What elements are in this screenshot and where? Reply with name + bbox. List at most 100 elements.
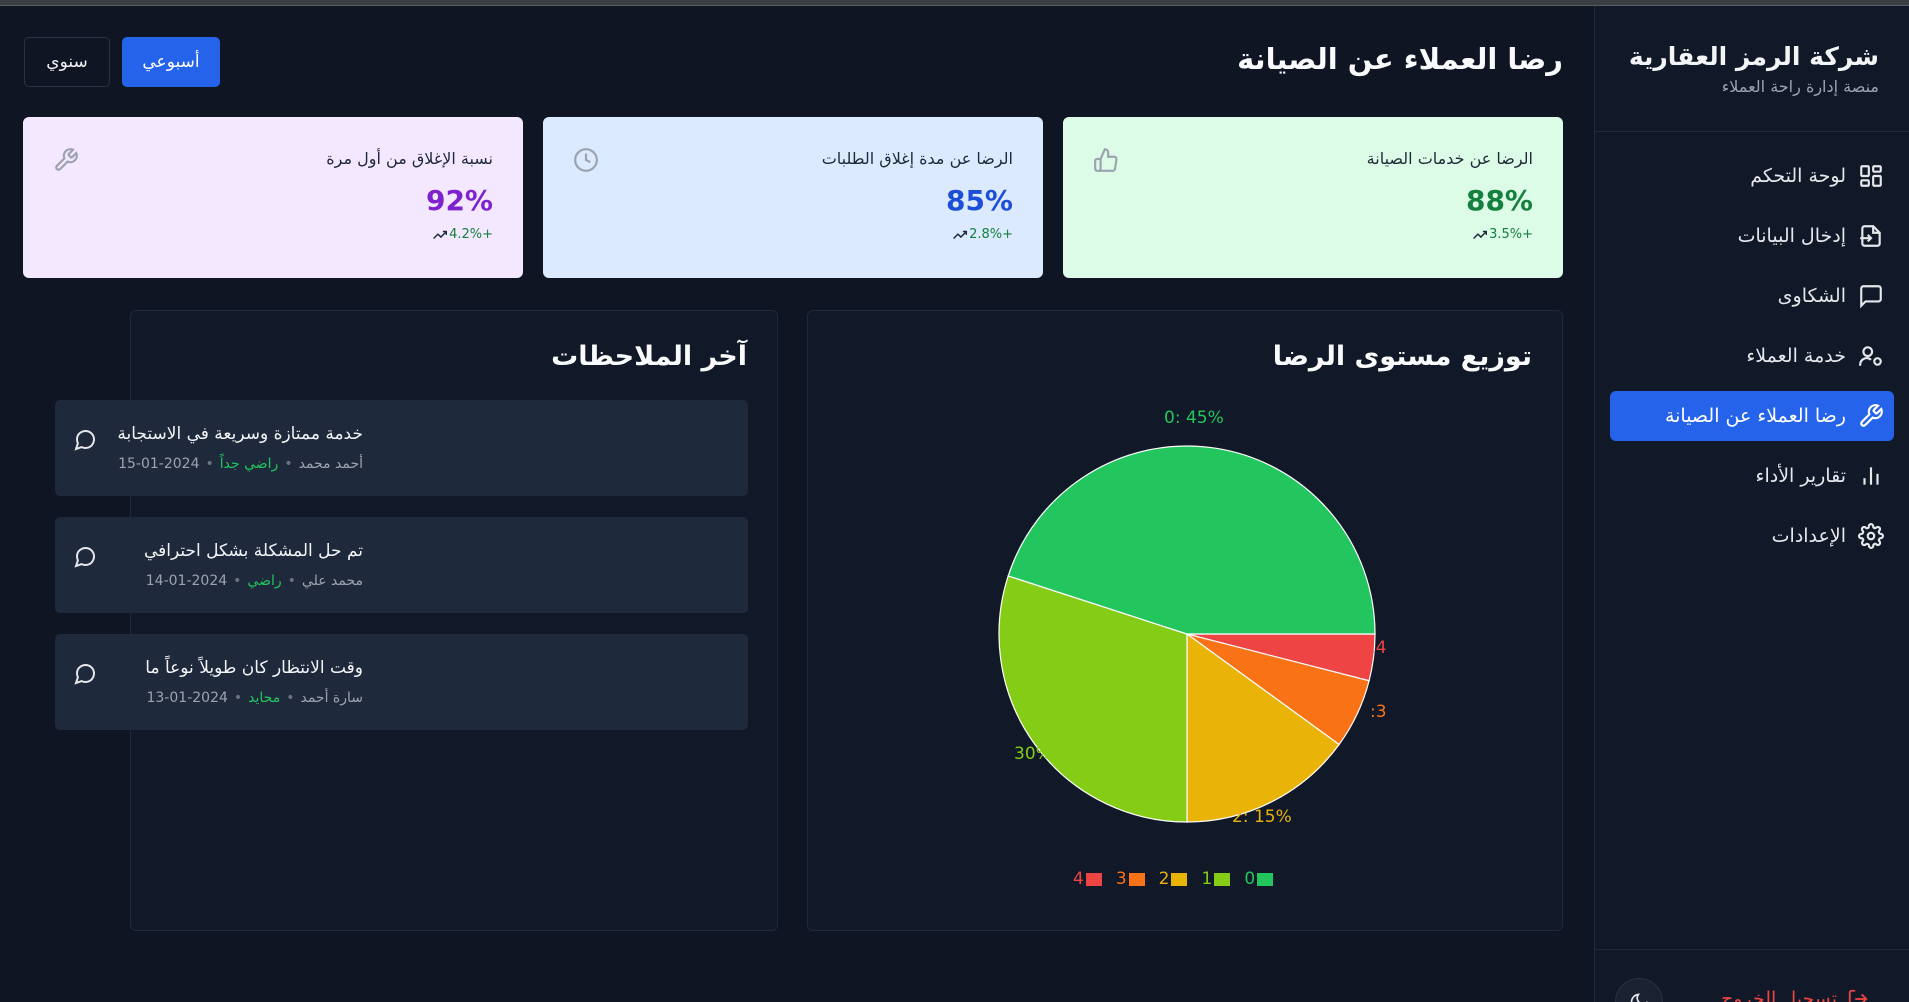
legend-item-4[interactable]: 4 (1073, 869, 1102, 889)
note-text: تم حل المشكلة بشكل احترافي (144, 541, 363, 561)
legend-swatch (1085, 872, 1102, 886)
pie-label-2: 2: 15% (1232, 807, 1292, 827)
brand-title: شركة الرمز العقارية (1628, 42, 1879, 71)
kpi-card-title: نسبة الإغلاق من أول مرة (326, 149, 493, 168)
note-meta: سارة أحمد • محايد • 2024-01-13 (146, 690, 363, 706)
sidebar-item-complaints[interactable]: الشكاوى (1610, 271, 1894, 321)
note-rating: راضي (247, 573, 282, 589)
data-entry-icon (1860, 225, 1881, 247)
separator-dot: • (205, 456, 214, 472)
logout-button[interactable]: تسجيل الخروج (1721, 988, 1869, 1002)
logout-icon (1848, 989, 1868, 1002)
legend-swatch (1171, 872, 1188, 886)
legend-swatch (1128, 872, 1145, 886)
brand: شركة الرمز العقارية منصة إدارة راحة العم… (1595, 6, 1909, 132)
gear-icon (1858, 523, 1884, 549)
dashboard-icon (1860, 165, 1882, 187)
bar-chart-icon (1863, 467, 1879, 485)
sidebar-item-label: الإعدادات (1771, 525, 1846, 547)
legend-item-0[interactable]: 0 (1244, 869, 1274, 889)
note-date: 2024-01-14 (145, 573, 228, 589)
chart-panel-title: توزيع مستوى الرضا (1272, 341, 1532, 372)
separator-dot: • (286, 690, 295, 706)
pie-label-4: :4 (1370, 638, 1387, 658)
trend-value: +2.8% (969, 227, 1013, 242)
pie-label-0: 0: 45% (1164, 408, 1224, 428)
note-text: خدمة ممتازة وسريعة في الاستجابة (117, 424, 363, 444)
legend-swatch (1214, 872, 1231, 886)
message-circle-icon (74, 429, 96, 451)
sidebar: شركة الرمز العقارية منصة إدارة راحة العم… (1594, 6, 1909, 1002)
legend-item-1[interactable]: 1 (1201, 869, 1231, 889)
sidebar-item-label: إدخال البيانات (1737, 225, 1846, 247)
sidebar-item-performance-reports[interactable]: تقارير الأداء (1610, 451, 1894, 501)
note-meta: محمد علي • راضي • 2024-01-14 (146, 573, 363, 589)
chart-legend: 4 3 2 1 0 (1073, 869, 1274, 889)
legend-item-2[interactable]: 2 (1159, 869, 1188, 889)
clock-icon (574, 148, 598, 172)
kpi-card-trend: +3.5% (1093, 227, 1533, 242)
trend-value: +3.5% (1489, 227, 1533, 242)
note-author: سارة أحمد (300, 690, 363, 706)
kpi-card-title: الرضا عن مدة إغلاق الطلبات (821, 149, 1013, 168)
list-item[interactable]: خدمة ممتازة وسريعة في الاستجابة أحمد محم… (55, 400, 748, 496)
weekly-filter-button[interactable]: أسبوعي (122, 37, 220, 87)
note-date: 2024-01-13 (146, 690, 228, 706)
sidebar-item-label: خدمة العملاء (1746, 345, 1846, 367)
sidebar-nav: لوحة التحكم إدخال البيانات الشكاوى خدمة … (1610, 151, 1894, 571)
sidebar-item-label: الشكاوى (1777, 285, 1846, 307)
sidebar-item-settings[interactable]: الإعدادات (1610, 511, 1894, 561)
kpi-card-title: الرضا عن خدمات الصيانة (1366, 149, 1533, 168)
sidebar-item-customer-service[interactable]: خدمة العملاء (1610, 331, 1894, 381)
pie-label-3: :3 (1370, 702, 1387, 722)
sidebar-footer: تسجيل الخروج (1595, 949, 1909, 1002)
legend-item-3[interactable]: 3 (1116, 869, 1145, 889)
note-date: 2024-01-15 (118, 456, 200, 472)
sidebar-item-label: رضا العملاء عن الصيانة (1664, 405, 1846, 427)
logout-label: تسجيل الخروج (1721, 988, 1837, 1002)
note-rating: محايد (248, 690, 281, 706)
legend-label: 0 (1244, 869, 1256, 889)
sidebar-item-maintenance-satisfaction[interactable]: رضا العملاء عن الصيانة (1610, 391, 1894, 441)
thumbs-up-icon (1094, 148, 1118, 172)
kpi-card-maintenance-services: الرضا عن خدمات الصيانة 88% +3.5% (1063, 117, 1563, 278)
legend-swatch (1257, 872, 1274, 886)
page-title: رضا العملاء عن الصيانة (1237, 42, 1563, 76)
note-author: محمد علي (301, 573, 363, 589)
note-author: أحمد محمد (298, 456, 363, 472)
note-text: وقت الانتظار كان طويلاً نوعاً ما (145, 658, 363, 678)
kpi-card-trend: +4.2% (53, 227, 493, 242)
list-item[interactable]: تم حل المشكلة بشكل احترافي محمد علي • راضي… (55, 517, 748, 613)
kpi-card-value: 85% (945, 184, 1013, 217)
yearly-filter-button[interactable]: سنوي (24, 37, 110, 87)
message-circle-icon (74, 546, 96, 568)
sidebar-item-dashboard[interactable]: لوحة التحكم (1610, 151, 1894, 201)
note-rating: راضي جداً (219, 456, 279, 472)
sidebar-item-data-entry[interactable]: إدخال البيانات (1610, 211, 1894, 261)
separator-dot: • (233, 573, 242, 589)
list-item[interactable]: وقت الانتظار كان طويلاً نوعاً ما سارة أح… (55, 634, 748, 730)
message-icon (1860, 285, 1882, 309)
wrench-icon (1860, 404, 1883, 427)
kpi-card-value: 88% (1465, 184, 1533, 217)
kpi-card-trend: +2.8% (573, 227, 1013, 242)
legend-label: 2 (1158, 869, 1170, 889)
kpi-card-closing-duration: الرضا عن مدة إغلاق الطلبات 85% +2.8% (543, 117, 1043, 278)
legend-label: 1 (1201, 869, 1213, 889)
notes-panel-title: آخر الملاحظات (551, 341, 747, 372)
brand-subtitle: منصة إدارة راحة العملاء (1721, 77, 1879, 96)
sidebar-item-label: لوحة التحكم (1750, 165, 1846, 187)
separator-dot: • (284, 456, 293, 472)
satisfaction-distribution-panel: توزيع مستوى الرضا (807, 310, 1563, 931)
trend-value: +4.2% (449, 227, 493, 242)
separator-dot: • (287, 573, 296, 589)
kpi-card-first-time-fix: نسبة الإغلاق من أول مرة 92% +4.2% (23, 117, 523, 278)
wrench-icon (55, 148, 78, 171)
separator-dot: • (233, 690, 243, 706)
moon-icon (1630, 993, 1648, 1002)
trending-up-icon (953, 230, 968, 239)
user-settings-icon (1859, 346, 1882, 366)
theme-toggle-button[interactable] (1615, 978, 1663, 1002)
message-circle-icon (74, 663, 96, 685)
legend-label: 4 (1073, 869, 1084, 889)
